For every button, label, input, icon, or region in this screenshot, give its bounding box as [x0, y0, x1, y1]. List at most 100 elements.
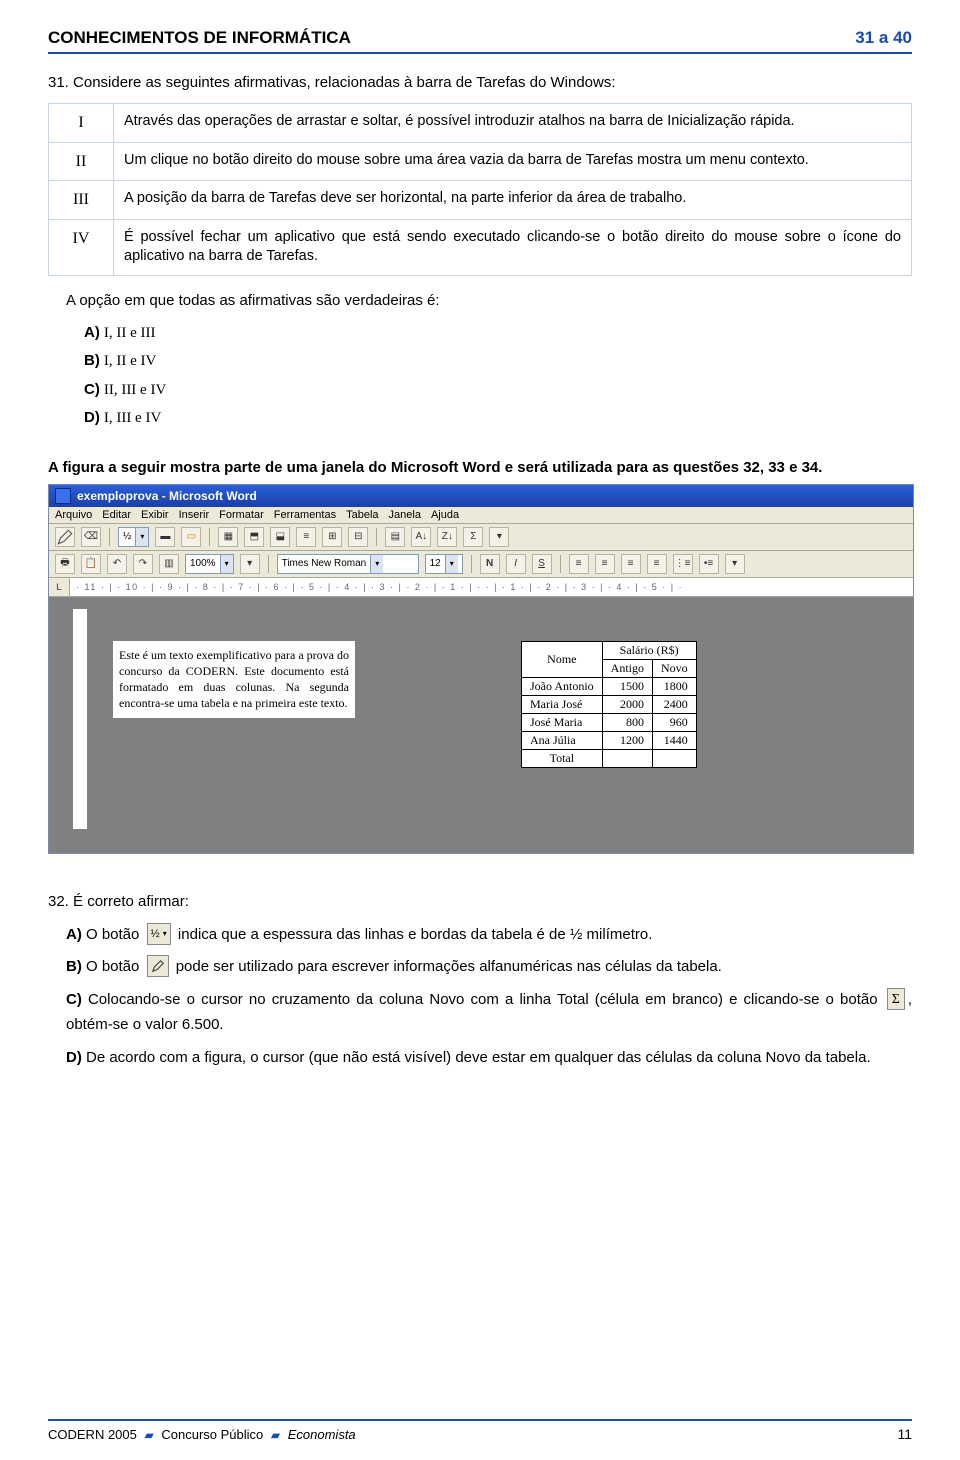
menu-editar[interactable]: Editar [102, 509, 131, 521]
font-combo[interactable]: Times New Roman▾ [277, 554, 419, 574]
border-color-icon[interactable]: ▬ [155, 527, 175, 547]
menu-tabela[interactable]: Tabela [346, 509, 378, 521]
sample-paragraph: Este é um texto exemplificativo para a p… [113, 641, 355, 718]
font-size-combo[interactable]: 12▾ [425, 554, 463, 574]
roman-numeral: II [49, 142, 114, 181]
autosum-icon[interactable]: Σ [463, 527, 483, 547]
align-right-icon[interactable]: ≡ [621, 554, 641, 574]
section-title: CONHECIMENTOS DE INFORMÁTICA [48, 28, 351, 48]
chevron-down-icon[interactable]: ▾ [489, 527, 509, 547]
bullets-icon[interactable]: •≡ [699, 554, 719, 574]
chevron-down-icon[interactable]: ▾ [240, 554, 260, 574]
numbering-icon[interactable]: ⋮≡ [673, 554, 693, 574]
word-title: exemploprova - Microsoft Word [77, 489, 257, 503]
th-novo: Novo [653, 659, 697, 677]
menu-formatar[interactable]: Formatar [219, 509, 264, 521]
line-weight-button-icon: ½▾ [147, 923, 171, 945]
separator [560, 555, 561, 573]
word-toolbar-1: ⌫ ½▾ ▬ ▭ ▦ ⬒ ⬓ ≡ ⊞ ⊟ ▤ A↓ Z↓ Σ ▾ [49, 524, 913, 551]
pencil-button-icon [147, 955, 169, 977]
option-d: D)I, III e IV [84, 404, 912, 433]
eraser-icon[interactable]: ⌫ [81, 527, 101, 547]
columns-icon[interactable]: ▥ [159, 554, 179, 574]
italic-button[interactable]: I [506, 554, 526, 574]
table-row: II Um clique no botão direito do mouse s… [49, 142, 912, 181]
footer-org: CODERN 2005 [48, 1427, 137, 1442]
table-row: I Através das operações de arrastar e so… [49, 104, 912, 143]
merge-cells-icon[interactable]: ⬒ [244, 527, 264, 547]
sigma-button-icon: Σ [887, 988, 905, 1010]
separator [376, 528, 377, 546]
option-b: B) O botão pode ser utilizado para escre… [66, 955, 912, 980]
separator [109, 528, 110, 546]
align-icon[interactable]: ≡ [296, 527, 316, 547]
word-toolbar-2: 🖶 📋 ↶ ↷ ▥ 100%▾ ▾ Times New Roman▾ 12▾ N… [49, 551, 913, 578]
sort-asc-icon[interactable]: A↓ [411, 527, 431, 547]
tab-selector[interactable]: L [49, 578, 70, 596]
roman-numeral: IV [49, 219, 114, 275]
table-row: Maria José20002400 [522, 695, 697, 713]
th-antigo: Antigo [602, 659, 652, 677]
q31-statements-table: I Através das operações de arrastar e so… [48, 103, 912, 276]
justify-icon[interactable]: ≡ [647, 554, 667, 574]
sample-table: Nome Salário (R$) Antigo Novo João Anton… [521, 641, 697, 768]
sort-desc-icon[interactable]: Z↓ [437, 527, 457, 547]
split-cells-icon[interactable]: ⬓ [270, 527, 290, 547]
separator [209, 528, 210, 546]
line-weight-combo[interactable]: ½▾ [118, 527, 149, 547]
word-window: exemploprova - Microsoft Word Arquivo Ed… [48, 484, 914, 854]
vertical-ruler [73, 609, 87, 829]
menu-inserir[interactable]: Inserir [179, 509, 210, 521]
zoom-combo[interactable]: 100%▾ [185, 554, 234, 574]
word-titlebar: exemploprova - Microsoft Word [49, 485, 913, 507]
roman-numeral: III [49, 181, 114, 220]
menu-exibir[interactable]: Exibir [141, 509, 169, 521]
insert-table-icon[interactable]: ▦ [218, 527, 238, 547]
statement-text: Um clique no botão direito do mouse sobr… [114, 142, 912, 181]
footer-role: Economista [288, 1427, 356, 1442]
option-d: D) De acordo com a figura, o cursor (que… [66, 1046, 912, 1071]
table-row: III A posição da barra de Tarefas deve s… [49, 181, 912, 220]
horizontal-ruler: L · 11 · | · 10 · | · 9 · | · 8 · | · 7 … [49, 578, 913, 597]
align-center-icon[interactable]: ≡ [595, 554, 615, 574]
ruler-numbers: · 11 · | · 10 · | · 9 · | · 8 · | · 7 · … [70, 582, 913, 592]
header-rule [48, 52, 912, 54]
underline-button[interactable]: S [532, 554, 552, 574]
statement-text: Através das operações de arrastar e solt… [114, 104, 912, 143]
table-row: IV É possível fechar um aplicativo que e… [49, 219, 912, 275]
align-left-icon[interactable]: ≡ [569, 554, 589, 574]
table-row-total: Total [522, 749, 697, 767]
separator [471, 555, 472, 573]
option-c: C) Colocando-se o cursor no cruzamento d… [66, 988, 912, 1038]
roman-numeral: I [49, 104, 114, 143]
pencil-icon[interactable] [55, 527, 75, 547]
q31-lead: 31. Considere as seguintes afirmativas, … [48, 72, 912, 93]
fill-color-icon[interactable]: ▭ [181, 527, 201, 547]
bullet-icon: ▰ [271, 1428, 280, 1442]
menu-arquivo[interactable]: Arquivo [55, 509, 92, 521]
option-a: A) O botão ½▾ indica que a espessura das… [66, 923, 912, 948]
question-range: 31 a 40 [855, 28, 912, 48]
statement-text: É possível fechar um aplicativo que está… [114, 219, 912, 275]
bold-button[interactable]: N [480, 554, 500, 574]
option-b: B)I, II e IV [84, 347, 912, 376]
distribute-cols-icon[interactable]: ⊟ [348, 527, 368, 547]
paste-icon[interactable]: 📋 [81, 554, 101, 574]
th-nome: Nome [522, 641, 603, 677]
distribute-rows-icon[interactable]: ⊞ [322, 527, 342, 547]
menu-ajuda[interactable]: Ajuda [431, 509, 459, 521]
redo-icon[interactable]: ↷ [133, 554, 153, 574]
undo-icon[interactable]: ↶ [107, 554, 127, 574]
chevron-down-icon[interactable]: ▾ [725, 554, 745, 574]
menu-ferramentas[interactable]: Ferramentas [274, 509, 336, 521]
document-area: Este é um texto exemplificativo para a p… [49, 597, 913, 853]
word-app-icon [55, 488, 71, 504]
word-menubar[interactable]: Arquivo Editar Exibir Inserir Formatar F… [49, 507, 913, 524]
menu-janela[interactable]: Janela [389, 509, 421, 521]
table-row: Ana Júlia12001440 [522, 731, 697, 749]
statement-text: A posição da barra de Tarefas deve ser h… [114, 181, 912, 220]
print-icon[interactable]: 🖶 [55, 554, 75, 574]
footer-exam: Concurso Público [161, 1427, 263, 1442]
table-autoformat-icon[interactable]: ▤ [385, 527, 405, 547]
q31-options: A)I, II e III B)I, II e IV C)II, III e I… [84, 319, 912, 433]
